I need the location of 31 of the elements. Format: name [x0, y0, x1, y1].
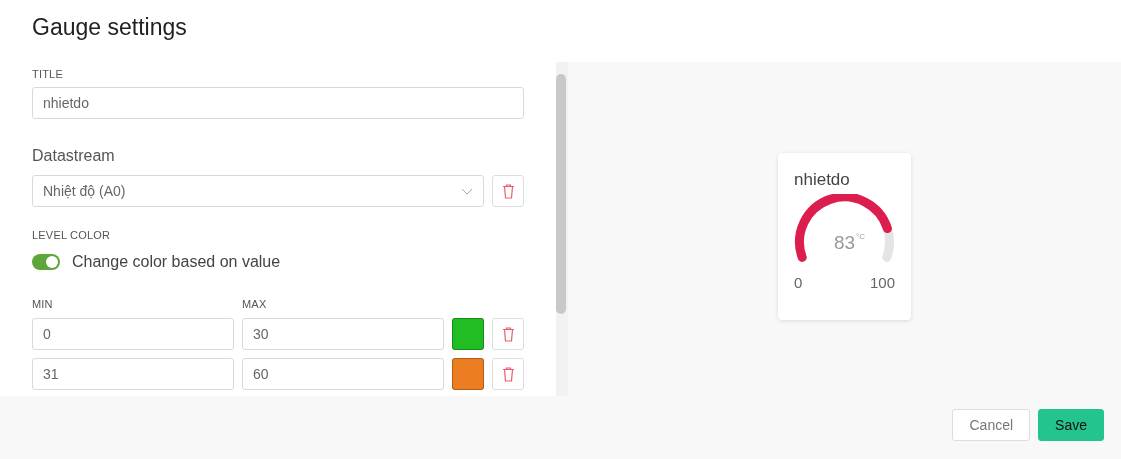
- color-swatch[interactable]: [452, 318, 484, 350]
- trash-icon: [501, 326, 515, 342]
- gauge-max: 100: [869, 274, 895, 291]
- title-input[interactable]: nhietdo: [32, 87, 524, 119]
- delete-button[interactable]: [492, 358, 524, 390]
- min-input[interactable]: 31: [32, 358, 234, 390]
- gauge-value: 83: [834, 232, 856, 254]
- column-label: MAX: [242, 298, 268, 310]
- scrollbar-thumb[interactable]: [556, 74, 566, 314]
- gauge-title: nhietdo: [794, 170, 851, 190]
- toggle-switch[interactable]: [32, 254, 60, 270]
- datastream-select[interactable]: Nhiệt độ (A0): [32, 175, 484, 207]
- column-label: MIN: [32, 298, 54, 310]
- cancel-button[interactable]: Cancel: [952, 408, 1031, 441]
- chevron-down-icon: [461, 187, 473, 195]
- color-swatch[interactable]: [452, 358, 484, 390]
- field-label: TITLE: [32, 68, 64, 80]
- min-input[interactable]: 0: [32, 318, 234, 350]
- max-input[interactable]: 60: [242, 358, 444, 390]
- gauge-min: 0: [794, 274, 803, 291]
- trash-icon: [501, 183, 515, 199]
- dialog-title: Gauge settings: [32, 14, 188, 41]
- toggle-label: Change color based on value: [72, 253, 281, 271]
- trash-icon: [501, 366, 515, 382]
- gauge-unit: °C: [856, 232, 865, 241]
- delete-button[interactable]: [492, 318, 524, 350]
- section-heading: Datastream: [32, 147, 116, 165]
- field-label: LEVEL COLOR: [32, 229, 112, 241]
- max-input[interactable]: 30: [242, 318, 444, 350]
- save-button[interactable]: Save: [1038, 408, 1104, 441]
- delete-button[interactable]: [492, 175, 524, 207]
